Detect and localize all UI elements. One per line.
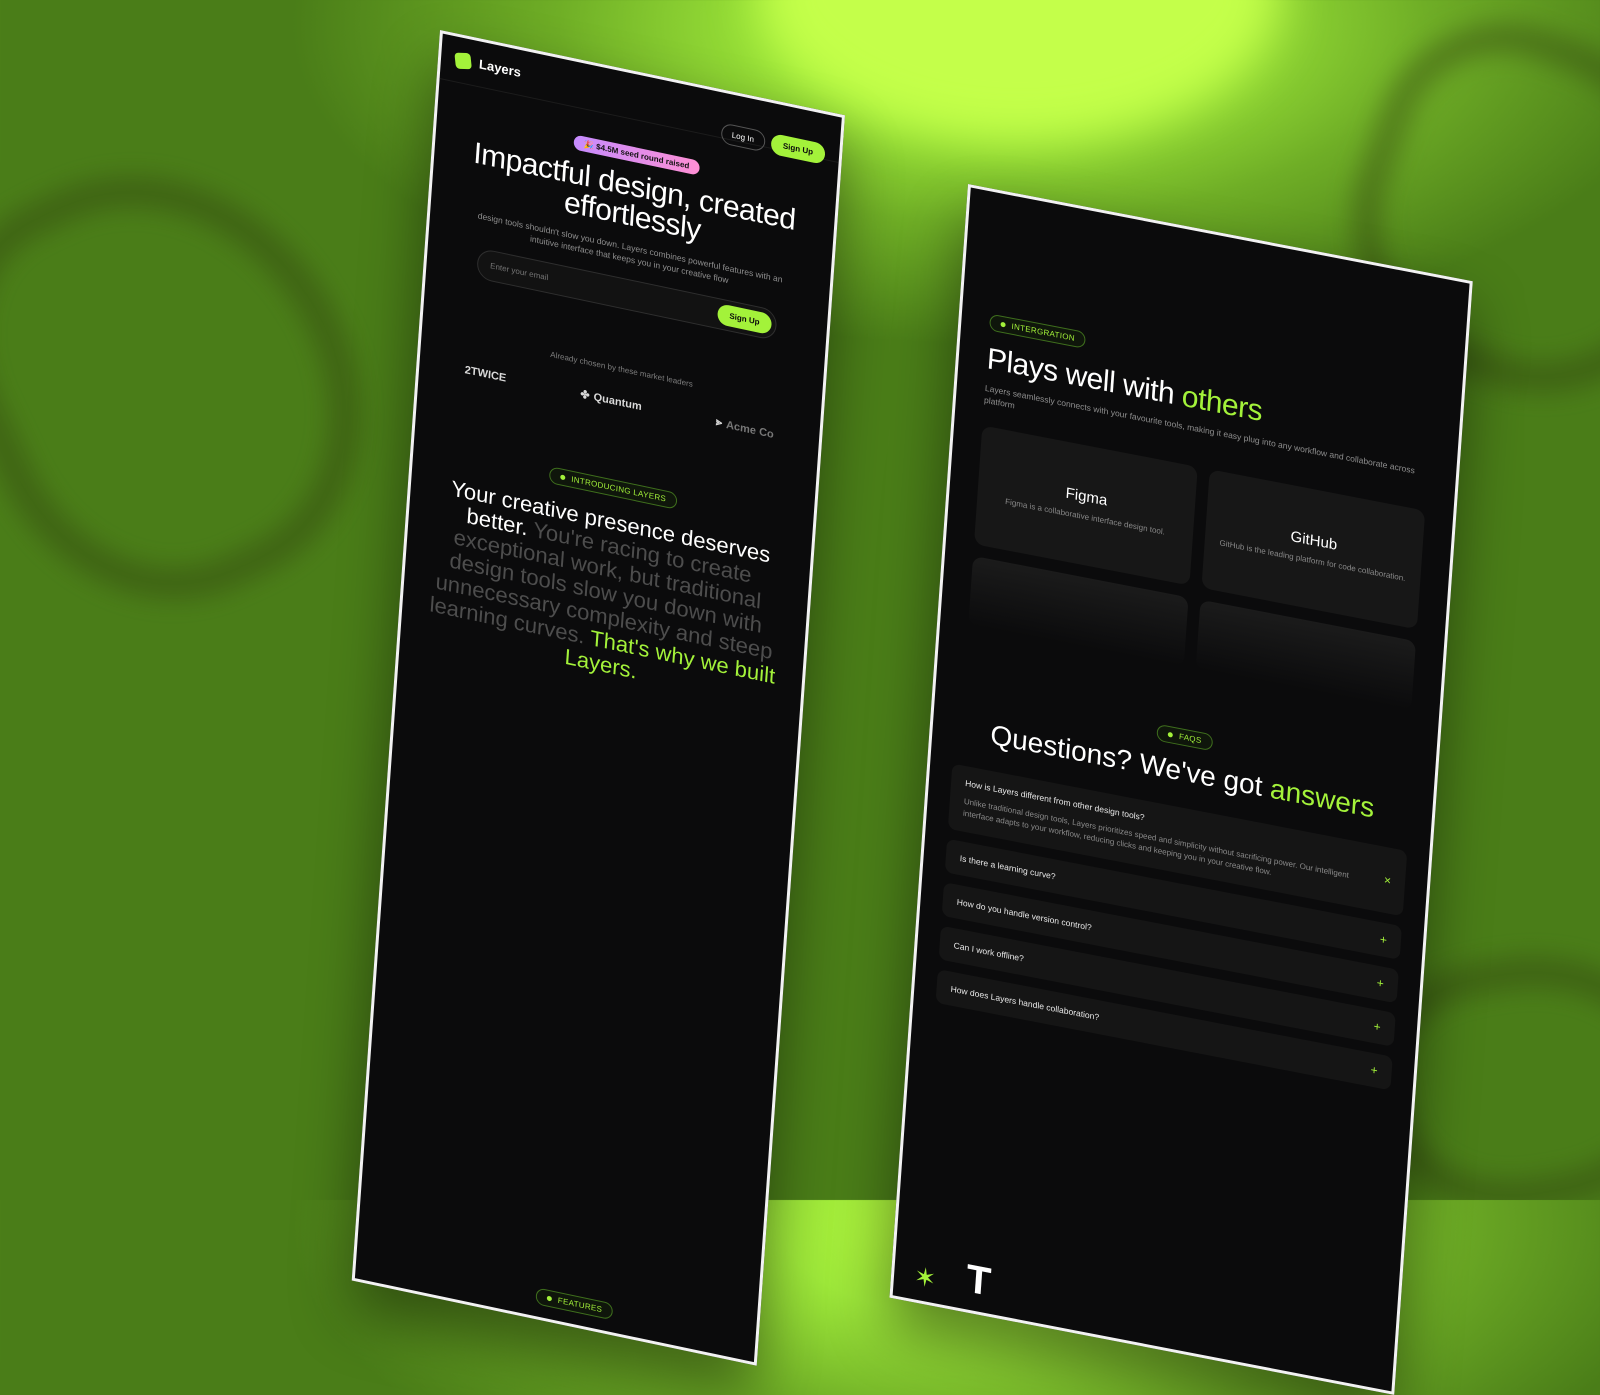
tag-dot-icon: [560, 474, 566, 481]
intro-statement: Your creative presence deserves better. …: [420, 472, 791, 714]
close-icon[interactable]: ×: [1384, 873, 1392, 888]
plus-icon[interactable]: +: [1376, 976, 1384, 991]
plus-icon[interactable]: +: [1379, 932, 1387, 947]
integration-tag: INTERGRATION: [989, 313, 1087, 349]
logo-acme: ⪢ Acme Co: [715, 415, 775, 441]
features-tag: FEATURES: [535, 1287, 614, 1321]
star-icon: ✶: [913, 1260, 938, 1295]
logo-label: 2TWICE: [464, 363, 507, 385]
peek-heading: T: [964, 1256, 993, 1305]
brand-name: Layers: [478, 56, 522, 81]
layers-logo-icon: [454, 52, 472, 69]
logo-2twice: 2TWICE: [464, 364, 506, 385]
acme-icon: ⪢: [715, 415, 723, 430]
tag-dot-icon: [1167, 731, 1174, 738]
tile-name: Figma: [1065, 484, 1108, 510]
tile-name: GitHub: [1290, 527, 1338, 554]
tag-label: FEATURES: [557, 1295, 603, 1315]
hero-signup-button[interactable]: Sign Up: [716, 303, 773, 336]
intro-section: INTRODUCING LAYERS Your creative presenc…: [400, 436, 813, 719]
plus-icon[interactable]: +: [1373, 1019, 1381, 1034]
tag-label: FAQS: [1178, 731, 1202, 746]
tag-dot-icon: [1000, 321, 1006, 328]
plus-icon[interactable]: +: [1370, 1063, 1378, 1078]
logo-label: Acme Co: [725, 418, 775, 441]
faq-tag: FAQS: [1156, 723, 1214, 752]
email-input[interactable]: [487, 259, 643, 303]
tag-label: INTRODUCING LAYERS: [570, 474, 667, 504]
logo-quantum: ✤ Quantum: [580, 387, 642, 413]
brand[interactable]: Layers: [454, 51, 522, 81]
quantum-icon: ✤: [579, 388, 590, 403]
tag-label: INTERGRATION: [1011, 321, 1076, 343]
landing-page-bottom-screen: INTERGRATION Plays well with others Laye…: [889, 184, 1473, 1395]
next-section-peek: ✶ T: [913, 1247, 992, 1306]
title-accent: answers: [1269, 772, 1376, 824]
integration-tile-github[interactable]: GitHub GitHub is the leading platform fo…: [1201, 469, 1426, 630]
tag-dot-icon: [546, 1295, 553, 1302]
logo-label: Quantum: [593, 390, 643, 413]
title-accent: others: [1180, 379, 1264, 428]
scribble-shape: [0, 112, 417, 652]
integration-tile-figma[interactable]: Figma Figma is a collaborative interface…: [973, 425, 1198, 586]
